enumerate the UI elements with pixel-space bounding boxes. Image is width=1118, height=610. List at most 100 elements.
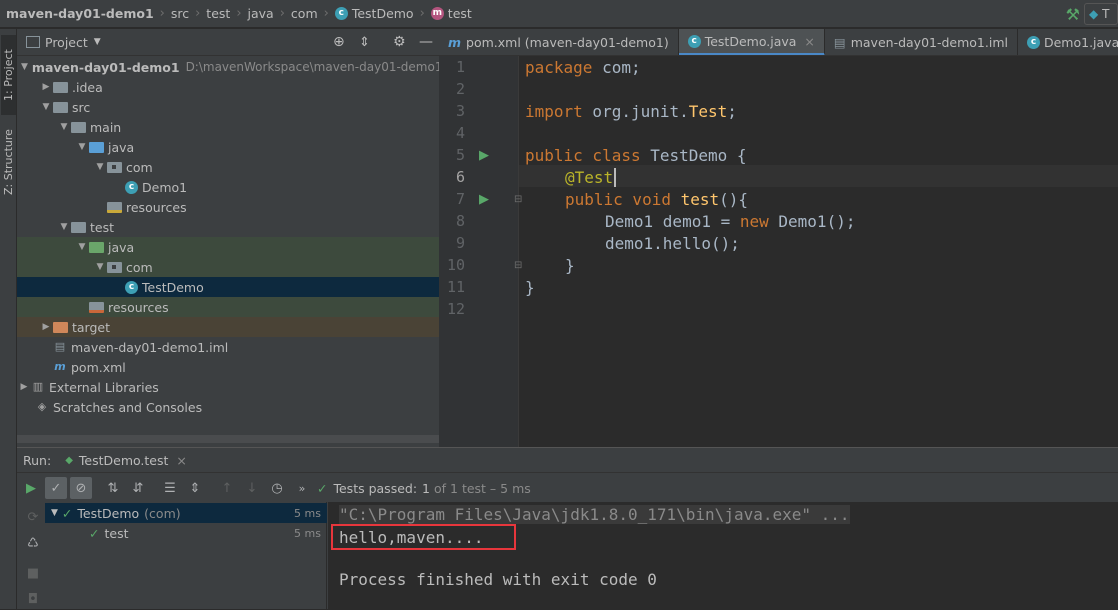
locate-icon[interactable]: ⊕ xyxy=(333,34,345,50)
run-configuration-select[interactable]: ◆ T xyxy=(1084,3,1118,25)
code-line-6[interactable]: @Test xyxy=(565,168,617,187)
expanded-arrow-icon[interactable]: ▼ xyxy=(57,122,71,132)
expanded-arrow-icon[interactable]: ▼ xyxy=(39,102,53,112)
tree-item-test-java[interactable]: ▼ java xyxy=(17,237,439,257)
tree-item-test-com[interactable]: ▼ com xyxy=(17,257,439,277)
tree-item-external-libraries[interactable]: ▶ ▥ External Libraries xyxy=(17,377,439,397)
tree-item-testdemo[interactable]: c TestDemo xyxy=(17,277,439,297)
package-icon xyxy=(107,161,122,173)
collapsed-arrow-icon[interactable]: ▶ xyxy=(39,82,53,92)
tree-item-main-com[interactable]: ▼ com xyxy=(17,157,439,177)
collapse-all-icon[interactable]: ⇕ xyxy=(184,477,206,499)
tab-demo1[interactable]: c Demo1.java xyxy=(1018,29,1118,55)
tab-iml[interactable]: ▤ maven-day01-demo1.iml xyxy=(825,29,1018,55)
collapse-all-icon[interactable]: ⇕ xyxy=(359,35,370,50)
code-line-7[interactable]: public void test(){ xyxy=(565,190,748,209)
tree-item-idea[interactable]: ▶ .idea xyxy=(17,77,439,97)
run-tab-label[interactable]: TestDemo.test xyxy=(79,453,169,468)
fold-icon[interactable]: ⊟ xyxy=(514,260,522,271)
expanded-arrow-icon[interactable]: ▼ xyxy=(21,62,28,72)
close-icon[interactable]: × xyxy=(176,453,186,468)
tree-item-main[interactable]: ▼ main xyxy=(17,117,439,137)
code-line-5[interactable]: public class TestDemo { xyxy=(525,146,747,165)
show-passed-icon[interactable]: ✓ xyxy=(45,477,67,499)
tree-item-test[interactable]: ▼ test xyxy=(17,217,439,237)
horizontal-scrollbar[interactable] xyxy=(17,435,439,443)
project-tool-tab[interactable]: 1: Project xyxy=(1,35,16,115)
expand-all-icon[interactable]: ☰ xyxy=(159,477,181,499)
breadcrumb-testdemo[interactable]: c TestDemo xyxy=(334,6,414,21)
debug-icon[interactable]: ⟳ xyxy=(22,506,44,528)
previous-failed-icon[interactable]: ↑ xyxy=(216,477,238,499)
close-icon[interactable]: × xyxy=(804,34,814,49)
expanded-arrow-icon[interactable]: ▼ xyxy=(75,142,89,152)
code-line-8[interactable]: Demo1 demo1 = new Demo1(); xyxy=(605,212,855,231)
expanded-arrow-icon[interactable]: ▼ xyxy=(51,508,58,518)
code-line-3[interactable]: import org.junit.Test; xyxy=(525,102,737,121)
minimize-icon[interactable]: — xyxy=(419,34,433,50)
build-hammer-icon[interactable]: ⚒ xyxy=(1066,5,1080,24)
expanded-arrow-icon[interactable]: ▼ xyxy=(93,262,107,272)
show-ignored-icon[interactable]: ⊘ xyxy=(70,477,92,499)
fold-icon[interactable]: ⊟ xyxy=(514,194,522,205)
test-row-class[interactable]: ▼ ✓ TestDemo (com) 5 ms xyxy=(45,503,327,523)
code-line-9[interactable]: demo1.hello(); xyxy=(605,234,740,253)
rerun-icon[interactable]: ▶ xyxy=(20,477,42,499)
expanded-arrow-icon[interactable]: ▼ xyxy=(57,222,71,232)
project-panel-title[interactable]: Project xyxy=(45,35,88,50)
line-number: 10 xyxy=(446,256,465,274)
collapsed-arrow-icon[interactable]: ▶ xyxy=(39,322,53,332)
breadcrumb-src[interactable]: src xyxy=(171,6,189,21)
tree-item-scratches[interactable]: ◈ Scratches and Consoles xyxy=(17,397,439,417)
restart-icon[interactable]: ♺ xyxy=(22,532,44,554)
breadcrumb-com[interactable]: com xyxy=(291,6,318,21)
tree-item-main-resources[interactable]: resources xyxy=(17,197,439,217)
excluded-folder-icon xyxy=(53,321,68,333)
source-folder-icon xyxy=(89,141,104,153)
tree-item-pom[interactable]: m pom.xml xyxy=(17,357,439,377)
sort-duration-icon[interactable]: ⇵ xyxy=(127,477,149,499)
run-test-icon[interactable]: ▶ xyxy=(479,148,489,163)
screenshot-icon[interactable]: ◘ xyxy=(22,588,44,610)
tree-item-src[interactable]: ▼ src xyxy=(17,97,439,117)
tab-pom[interactable]: m pom.xml (maven-day01-demo1) xyxy=(439,29,679,55)
passed-icon: ✓ xyxy=(61,505,73,521)
tree-item-iml[interactable]: ▤ maven-day01-demo1.iml xyxy=(17,337,439,357)
tree-item-label: com xyxy=(126,259,153,275)
tree-item-label: java xyxy=(108,139,135,155)
code-line-10[interactable]: } xyxy=(565,256,575,275)
stop-icon[interactable]: ■ xyxy=(22,562,44,584)
structure-tool-tab[interactable]: Z: Structure xyxy=(1,121,16,203)
test-folder-icon xyxy=(89,241,104,253)
test-class-icon: c xyxy=(687,34,701,48)
tree-item-project-root[interactable]: ▼ maven-day01-demo1 D:\mavenWorkspace\ma… xyxy=(17,57,439,77)
tree-item-demo1[interactable]: c Demo1 xyxy=(17,177,439,197)
collapsed-arrow-icon[interactable]: ▶ xyxy=(17,382,31,392)
sort-alpha-icon[interactable]: ⇅ xyxy=(102,477,124,499)
scratches-icon: ◈ xyxy=(37,400,47,413)
breadcrumb-test[interactable]: test xyxy=(206,6,230,21)
test-row-method[interactable]: ✓ test 5 ms xyxy=(45,523,327,543)
expanded-arrow-icon[interactable]: ▼ xyxy=(75,242,89,252)
tree-item-test-resources[interactable]: resources xyxy=(17,297,439,317)
tab-testdemo[interactable]: c TestDemo.java × xyxy=(678,29,825,55)
more-icon[interactable]: » xyxy=(291,477,313,499)
tree-item-target[interactable]: ▶ target xyxy=(17,317,439,337)
breadcrumb-method[interactable]: m test xyxy=(430,6,472,21)
code-keyword: public void xyxy=(565,190,671,209)
code-line-11[interactable]: } xyxy=(525,278,535,297)
chevron-down-icon[interactable]: ▼ xyxy=(94,37,101,47)
tree-item-main-java[interactable]: ▼ java xyxy=(17,137,439,157)
console-output[interactable]: "C:\Program Files\Java\jdk1.8.0_171\bin\… xyxy=(328,502,1118,610)
breadcrumb-java[interactable]: java xyxy=(248,6,274,21)
run-label: Run: xyxy=(23,452,52,468)
code-line-1[interactable]: package com; xyxy=(525,58,641,77)
next-failed-icon[interactable]: ↓ xyxy=(241,477,263,499)
breadcrumb-project[interactable]: maven-day01-demo1 xyxy=(6,6,154,21)
expanded-arrow-icon[interactable]: ▼ xyxy=(93,162,107,172)
run-tool-window: Run: ◆ TestDemo.test × ▶ ✓ ⊘ ⇅ ⇵ ☰ ⇕ ↑ ↓… xyxy=(17,447,1118,610)
gear-icon[interactable]: ⚙ xyxy=(393,34,406,50)
run-test-icon[interactable]: ▶ xyxy=(479,192,489,207)
history-icon[interactable]: ◷ xyxy=(266,477,288,499)
test-duration: 5 ms xyxy=(294,506,321,520)
